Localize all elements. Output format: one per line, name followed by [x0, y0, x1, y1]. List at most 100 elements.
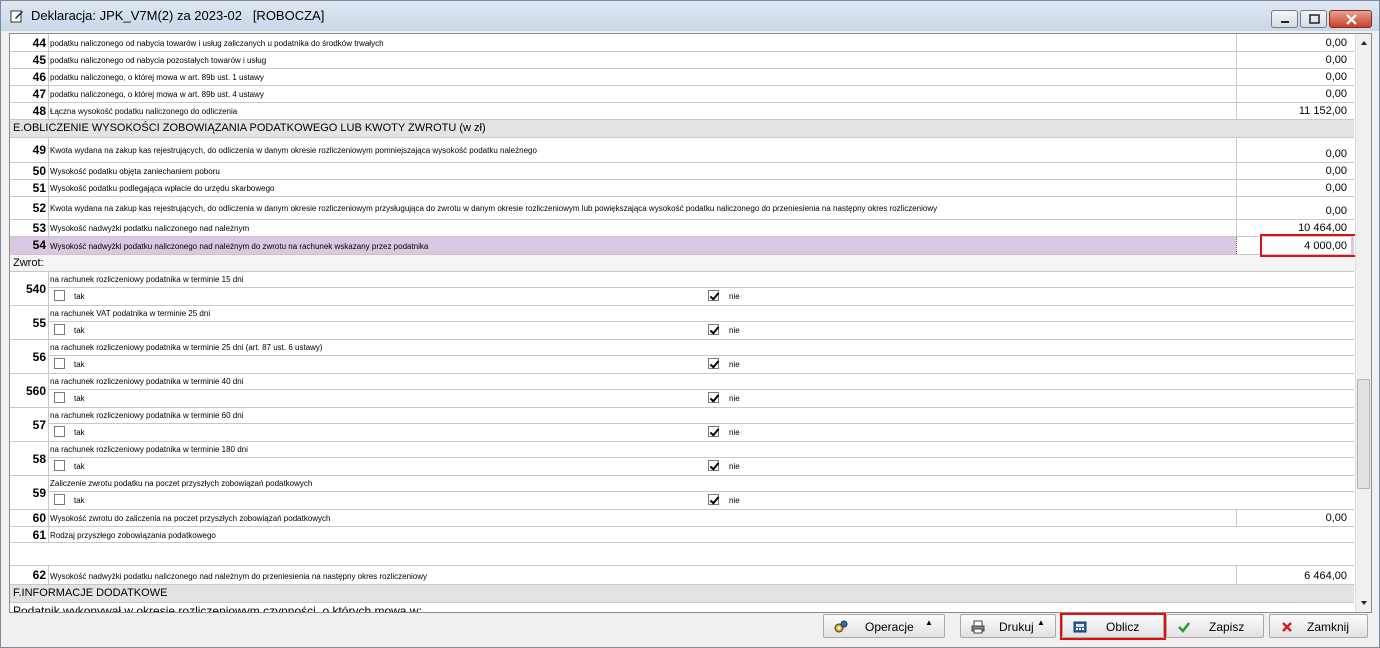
edit-document-icon — [10, 10, 23, 23]
scroll-up-button[interactable] — [1357, 36, 1371, 50]
row-45: 45 podatku naliczonego od nabycia pozost… — [10, 52, 1354, 69]
value-field[interactable]: 6 464,00 — [1236, 566, 1351, 584]
tak-checkbox[interactable] — [54, 358, 65, 369]
row-50: 50 Wysokość podatku objęta zaniechaniem … — [10, 163, 1354, 180]
nie-checkbox[interactable] — [708, 324, 719, 335]
zwrot-row: 55 na rachunek VAT podatnika w terminie 2… — [10, 306, 1354, 340]
value-field[interactable]: 0,00 — [1236, 138, 1351, 162]
row-number: 48 — [32, 104, 46, 118]
value-field[interactable]: 0,00 — [1236, 86, 1351, 102]
drukuj-button[interactable]: Drukuj ▲ — [960, 614, 1056, 638]
row-number: 44 — [32, 36, 46, 50]
row-51: 51 Wysokość podatku podlegająca wpłacie … — [10, 180, 1354, 197]
row-description: podatku naliczonego od nabycia towarów i… — [50, 39, 384, 48]
row-description: podatku naliczonego, o której mowa w art… — [50, 73, 264, 82]
section-f-subtitle: Podatnik wykonywał w okresie rozliczenio… — [13, 604, 422, 613]
value-highlight-frame — [1260, 234, 1365, 257]
row-number: 53 — [32, 221, 46, 235]
zwrot-row: 560 na rachunek rozliczeniowy podatnika w… — [10, 374, 1354, 408]
close-window-button[interactable] — [1329, 10, 1372, 28]
row-47: 47 podatku naliczonego, o której mowa w … — [10, 86, 1354, 103]
nie-label: nie — [729, 496, 740, 505]
nie-checkbox[interactable] — [708, 426, 719, 437]
row-number: 52 — [32, 201, 46, 215]
tak-checkbox[interactable] — [54, 494, 65, 505]
value-field[interactable]: 0,00 — [1236, 163, 1351, 179]
window-title: Deklaracja: JPK_V7M(2) za 2023-02 [ROBOC… — [31, 8, 325, 23]
row-number: 45 — [32, 53, 46, 67]
nie-checkbox[interactable] — [708, 358, 719, 369]
nie-checkbox[interactable] — [708, 460, 719, 471]
nie-checkbox[interactable] — [708, 290, 719, 301]
row-49: 49 Kwota wydana na zakup kas rejestrując… — [10, 138, 1354, 163]
row-description: podatku naliczonego od nabycia pozostały… — [50, 56, 267, 65]
minimize-button[interactable] — [1271, 10, 1298, 28]
row-description: Wysokość nadwyżki podatku naliczonego na… — [50, 572, 428, 581]
tak-checkbox[interactable] — [54, 324, 65, 335]
declaration-form: 44 podatku naliczonego od nabycia towaró… — [9, 33, 1372, 613]
tak-label: tak — [74, 496, 85, 505]
row-description: na rachunek rozliczeniowy podatnika w te… — [50, 377, 244, 386]
tak-label: tak — [74, 462, 85, 471]
maximize-button[interactable] — [1300, 10, 1327, 28]
section-e-header: E.OBLICZENIE WYSOKOŚCI ZOBOWIĄZANIA PODA… — [10, 120, 1354, 138]
value-field[interactable]: 0,00 — [1236, 52, 1351, 68]
nie-checkbox[interactable] — [708, 392, 719, 403]
zwrot-label: Zwrot: — [13, 257, 44, 269]
minimize-icon — [1281, 21, 1289, 23]
zwrot-row: 58 na rachunek rozliczeniowy podatnika w … — [10, 442, 1354, 476]
tak-checkbox[interactable] — [54, 392, 65, 403]
row-number: 51 — [32, 181, 46, 195]
declaration-window: Deklaracja: JPK_V7M(2) za 2023-02 [ROBOC… — [0, 0, 1380, 648]
row-number: 540 — [25, 282, 46, 296]
row-description: na rachunek rozliczeniowy podatnika w te… — [50, 343, 323, 352]
value-field[interactable]: 0,00 — [1236, 69, 1351, 85]
row-number: 60 — [32, 511, 46, 525]
value-field[interactable]: 0,00 — [1236, 197, 1351, 219]
row-number: 59 — [32, 486, 46, 500]
tak-label: tak — [74, 428, 85, 437]
row-description: Wysokość podatku podlegająca wpłacie do … — [50, 184, 275, 193]
oblicz-highlight-frame — [1060, 613, 1166, 640]
row-description: na rachunek rozliczeniowy podatnika w te… — [50, 445, 248, 454]
arrow-down-icon — [1361, 601, 1367, 605]
tak-checkbox[interactable] — [54, 290, 65, 301]
nie-label: nie — [729, 462, 740, 471]
close-icon — [1346, 14, 1357, 25]
value-field[interactable]: 0,00 — [1236, 34, 1351, 51]
vertical-scrollbar[interactable] — [1355, 34, 1371, 612]
zwrot-row: 57 na rachunek rozliczeniowy podatnika w … — [10, 408, 1354, 442]
row-description: Łączna wysokość podatku naliczonego do o… — [50, 107, 238, 116]
row-number: 50 — [32, 164, 46, 178]
value-field[interactable]: 0,00 — [1236, 510, 1351, 526]
scroll-thumb[interactable] — [1357, 379, 1370, 489]
nie-label: nie — [729, 292, 740, 301]
tak-checkbox[interactable] — [54, 426, 65, 437]
tak-checkbox[interactable] — [54, 460, 65, 471]
row-number: 49 — [32, 143, 46, 157]
zwrot-header: Zwrot: — [10, 255, 1354, 272]
row-46: 46 podatku naliczonego, o której mowa w … — [10, 69, 1354, 86]
nie-label: nie — [729, 360, 740, 369]
zapisz-button[interactable]: Zapisz — [1166, 614, 1264, 638]
row-61-input[interactable] — [10, 543, 1354, 565]
row-number: 47 — [32, 87, 46, 101]
zwrot-row: 59 Zaliczenie zwrotu podatku na poczet pr… — [10, 476, 1354, 510]
close-x-icon — [1282, 622, 1292, 632]
zwrot-row: 56 na rachunek rozliczeniowy podatnika w … — [10, 340, 1354, 374]
value-field[interactable]: 11 152,00 — [1236, 103, 1351, 119]
row-description: podatku naliczonego, o której mowa w art… — [50, 90, 264, 99]
row-44: 44 podatku naliczonego od nabycia towaró… — [10, 34, 1354, 52]
scroll-down-button[interactable] — [1357, 596, 1371, 610]
nie-checkbox[interactable] — [708, 494, 719, 505]
row-number: 56 — [32, 350, 46, 364]
caret-up-icon: ▲ — [925, 618, 933, 627]
row-number: 560 — [25, 384, 46, 398]
row-53: 53 Wysokość nadwyżki podatku naliczonego… — [10, 220, 1354, 237]
tak-label: tak — [74, 360, 85, 369]
value-field[interactable]: 0,00 — [1236, 180, 1351, 196]
zwrot-row: 540 na rachunek rozliczeniowy podatnika w… — [10, 272, 1354, 306]
row-description: na rachunek rozliczeniowy podatnika w te… — [50, 411, 244, 420]
zamknij-button[interactable]: Zamknij — [1269, 614, 1368, 638]
operacje-button[interactable]: Operacje ▲ — [823, 614, 945, 638]
